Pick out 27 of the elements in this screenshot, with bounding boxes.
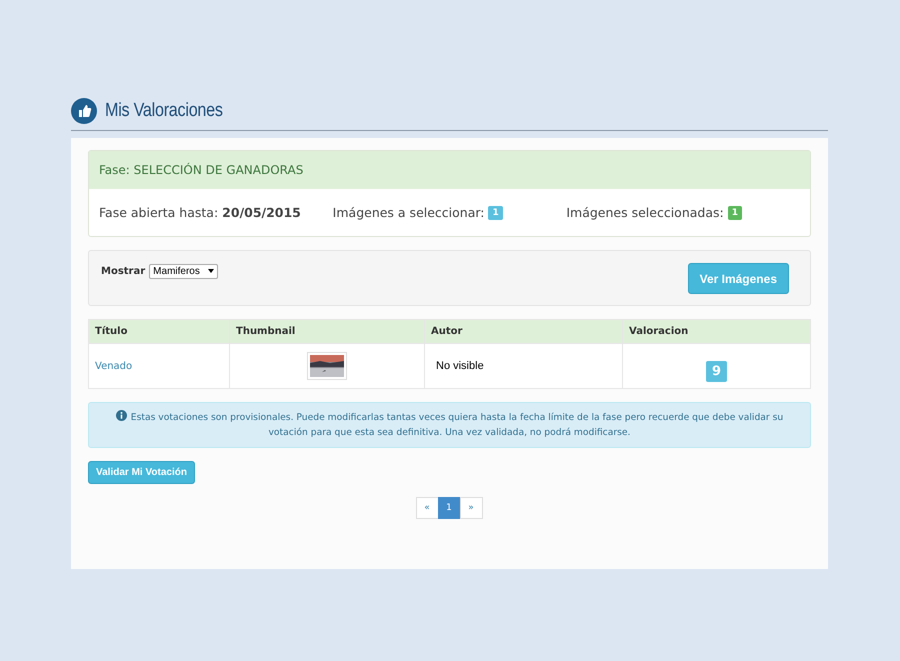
category-select[interactable]: Mamiferos [149,264,218,278]
view-images-button[interactable]: Ver Imágenes [688,263,789,294]
page-link[interactable]: » [460,497,482,519]
count-badge: 1 [488,206,503,220]
page-link[interactable]: « [416,497,438,519]
page-link[interactable]: 1 [438,497,460,519]
validate-button[interactable]: Validar Mi Votación [88,461,195,484]
notice-text: Estas votaciones son provisionales. Puede modificarlas tantas veces quiera hasta la fecha límite de la fase pero recuerde que debe validar su votación para que esta sea definitiva. Una vez validada, no podrá modificarse. [130,412,784,438]
count-badge: 1 [728,206,742,220]
dropdown-arrow-icon [208,269,214,273]
thumbnail-frame[interactable] [307,352,347,380]
author-text: No visible [436,360,484,372]
column-header: Título [88,320,230,344]
selected-label: Imágenes seleccionadas: [566,205,724,220]
filter-label: Mostrar [101,266,146,276]
page-title: Mis Valoraciones [105,100,223,122]
to-select-label: Imágenes a seleccionar: [332,205,484,220]
open-until-label: Fase abierta hasta: [99,205,218,220]
phase-title: Fase: SELECCIÓN DE GANADORAS [99,163,304,177]
column-header: Autor [424,320,622,344]
column-header: Valoracion [622,320,810,344]
column-header: Thumbnail [230,320,424,344]
open-until-date: 20/05/2015 [222,205,301,220]
rating-badge: 9 [706,360,728,382]
info-icon [116,410,127,421]
title-link[interactable]: Venado [95,360,132,372]
thumbs-up-icon [71,98,97,124]
